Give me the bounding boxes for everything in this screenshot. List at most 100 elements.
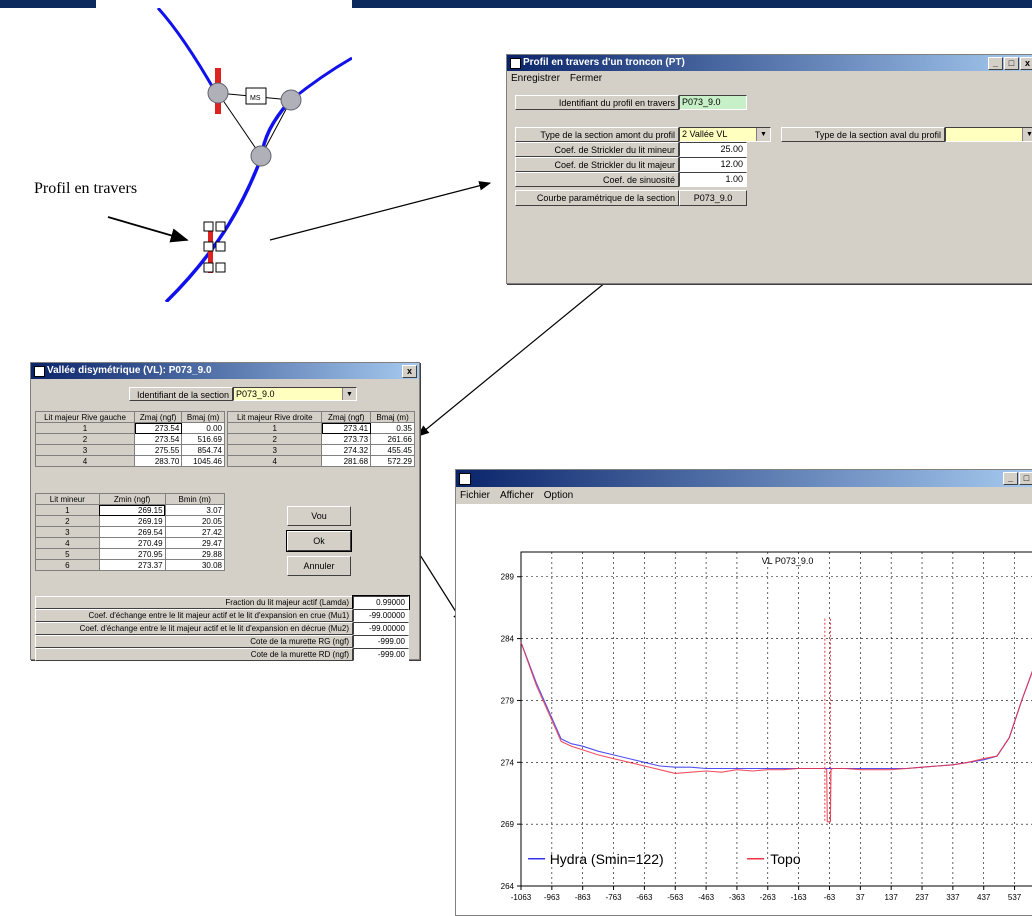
zmaj-cell[interactable]: 275.55 bbox=[134, 444, 183, 456]
bmaj-cell[interactable]: 261.66 bbox=[370, 433, 415, 445]
ms-node-label: MS bbox=[250, 95, 261, 102]
river-branch-north bbox=[156, 8, 218, 94]
id-profil-input[interactable]: P073_9.0 bbox=[679, 95, 747, 110]
zmaj-cell[interactable]: 274.32 bbox=[321, 444, 372, 456]
y-tick-label: 264 bbox=[501, 882, 515, 891]
maximize-icon[interactable]: □ bbox=[1004, 57, 1019, 70]
maximize-icon[interactable]: □ bbox=[1019, 472, 1032, 485]
menu-fermer[interactable]: Fermer bbox=[570, 71, 602, 87]
ok-button[interactable]: Ok bbox=[286, 530, 352, 552]
window-app-icon bbox=[459, 473, 471, 485]
chart-titlebar[interactable]: _ □ bbox=[456, 470, 1032, 487]
zmin-cell[interactable]: 269.54 bbox=[98, 526, 166, 538]
table-row: 5 270.95 29.88 bbox=[35, 548, 226, 560]
zmaj-cell[interactable]: 273.73 bbox=[321, 433, 372, 445]
bmin-cell[interactable]: 27.42 bbox=[164, 526, 226, 538]
table-row: 1 273.54 0.00 bbox=[34, 422, 225, 434]
network-node-1[interactable] bbox=[207, 82, 229, 104]
row-index: 4 bbox=[226, 455, 323, 467]
bmin-cell[interactable]: 30.08 bbox=[164, 559, 226, 571]
table-row: 4 283.70 1045.46 bbox=[34, 455, 225, 467]
bmin-cell[interactable]: 29.47 bbox=[164, 537, 226, 549]
network-map: MS bbox=[156, 8, 352, 302]
zmin-cell[interactable]: 270.49 bbox=[98, 537, 166, 549]
zmin-cell[interactable]: 269.15 bbox=[98, 504, 166, 516]
handle-2[interactable] bbox=[215, 221, 226, 232]
bmin-cell[interactable]: 29.88 bbox=[164, 548, 226, 560]
table-row: 3 275.55 854.74 bbox=[34, 444, 225, 456]
handle-5[interactable] bbox=[203, 262, 214, 273]
table-row: 3 269.54 27.42 bbox=[35, 526, 226, 538]
handle-3[interactable] bbox=[203, 241, 214, 252]
minimize-icon[interactable]: _ bbox=[1003, 472, 1018, 485]
x-tick-label: 37 bbox=[856, 893, 865, 902]
param-mu2-input[interactable]: -99.00000 bbox=[353, 622, 409, 635]
chevron-down-icon[interactable]: ▼ bbox=[342, 388, 356, 400]
menu-option[interactable]: Option bbox=[544, 487, 573, 504]
vl-id-select[interactable]: P073_9.0 ▼ bbox=[233, 387, 357, 401]
zmaj-cell[interactable]: 281.68 bbox=[321, 455, 372, 467]
bmaj-cell[interactable]: 0.35 bbox=[370, 422, 415, 434]
courbe-button[interactable]: P073_9.0 bbox=[679, 190, 747, 206]
aval-select[interactable]: ▼ bbox=[945, 127, 1032, 142]
zmin-cell[interactable]: 269.19 bbox=[98, 515, 166, 527]
menu-enregistrer[interactable]: Enregistrer bbox=[511, 71, 560, 87]
chart-window: _ □ Fichier Afficher Option -1063 -963 -863… bbox=[455, 469, 1032, 916]
x-tick-label: -363 bbox=[729, 893, 746, 902]
strickler-mineur-input[interactable]: 25.00 bbox=[679, 142, 747, 157]
vou-button[interactable]: Vou bbox=[287, 506, 351, 526]
strickler-majeur-input[interactable]: 12.00 bbox=[679, 157, 747, 172]
close-icon[interactable]: x bbox=[1020, 57, 1032, 70]
bmin-cell[interactable]: 20.05 bbox=[164, 515, 226, 527]
vl-titlebar[interactable]: Vallée disymétrique (VL): P073_9.0 x bbox=[31, 363, 419, 379]
window-app-icon bbox=[34, 366, 45, 377]
chevron-down-icon[interactable]: ▼ bbox=[1022, 128, 1032, 141]
bmaj-cell[interactable]: 0.00 bbox=[181, 422, 225, 434]
zmaj-cell[interactable]: 283.70 bbox=[134, 455, 183, 467]
param-murette-rd-input[interactable]: -999.00 bbox=[353, 648, 409, 661]
row-index: 4 bbox=[35, 537, 100, 549]
param-mu1-input[interactable]: -99.00000 bbox=[353, 609, 409, 622]
handle-6[interactable] bbox=[215, 262, 226, 273]
param-murette-rg-input[interactable]: -999.00 bbox=[353, 635, 409, 648]
menu-fichier[interactable]: Fichier bbox=[460, 487, 490, 504]
chevron-down-icon[interactable]: ▼ bbox=[756, 128, 770, 141]
zmaj-cell[interactable]: 273.54 bbox=[134, 433, 183, 445]
x-tick-label: -963 bbox=[544, 893, 561, 902]
minor-bed-table: Lit mineur Zmin (ngf) Bmin (m) 1 269.15 3.07… bbox=[35, 493, 226, 571]
x-tick-label: -563 bbox=[667, 893, 684, 902]
strickler-majeur-label: Coef. de Strickler du lit majeur bbox=[515, 157, 679, 172]
table-row: 4 270.49 29.47 bbox=[35, 537, 226, 549]
bmaj-cell[interactable]: 455.45 bbox=[370, 444, 415, 456]
zmin-cell[interactable]: 273.37 bbox=[98, 559, 166, 571]
courbe-label: Courbe paramétrique de la section bbox=[515, 190, 679, 206]
param-mu1-label: Coef. d'échange entre le lit majeur acti… bbox=[35, 609, 353, 622]
y-tick-label: 279 bbox=[501, 696, 515, 705]
col-header: Zmaj (ngf) bbox=[321, 411, 372, 423]
param-lamda-input[interactable]: 0.99000 bbox=[352, 595, 410, 610]
bmaj-cell[interactable]: 572.29 bbox=[370, 455, 415, 467]
bmaj-cell[interactable]: 516.69 bbox=[181, 433, 225, 445]
y-tick-label: 269 bbox=[501, 820, 515, 829]
row-index: 3 bbox=[226, 444, 323, 456]
bmin-cell[interactable]: 3.07 bbox=[164, 504, 226, 516]
minimize-icon[interactable]: _ bbox=[988, 57, 1003, 70]
sinuosite-input[interactable]: 1.00 bbox=[679, 172, 747, 187]
bmaj-cell[interactable]: 1045.46 bbox=[181, 455, 225, 467]
strickler-mineur-label: Coef. de Strickler du lit mineur bbox=[515, 142, 679, 157]
pt-titlebar[interactable]: Profil en travers d'un troncon (PT) _ □ x bbox=[507, 55, 1032, 71]
menu-afficher[interactable]: Afficher bbox=[500, 487, 534, 504]
handle-4[interactable] bbox=[215, 241, 226, 252]
bmaj-cell[interactable]: 854.74 bbox=[181, 444, 225, 456]
window-app-icon bbox=[510, 58, 521, 69]
zmin-cell[interactable]: 270.95 bbox=[98, 548, 166, 560]
zmaj-cell[interactable]: 273.54 bbox=[134, 422, 183, 434]
top-header-gap bbox=[96, 0, 352, 8]
close-icon[interactable]: x bbox=[402, 365, 417, 378]
zmaj-cell[interactable]: 273.41 bbox=[321, 422, 372, 434]
annuler-button[interactable]: Annuler bbox=[287, 556, 351, 576]
network-node-2[interactable] bbox=[280, 89, 302, 111]
handle-1[interactable] bbox=[203, 221, 214, 232]
amont-select[interactable]: 2 Vallée VL ▼ bbox=[679, 127, 771, 142]
network-node-3[interactable] bbox=[250, 145, 272, 167]
